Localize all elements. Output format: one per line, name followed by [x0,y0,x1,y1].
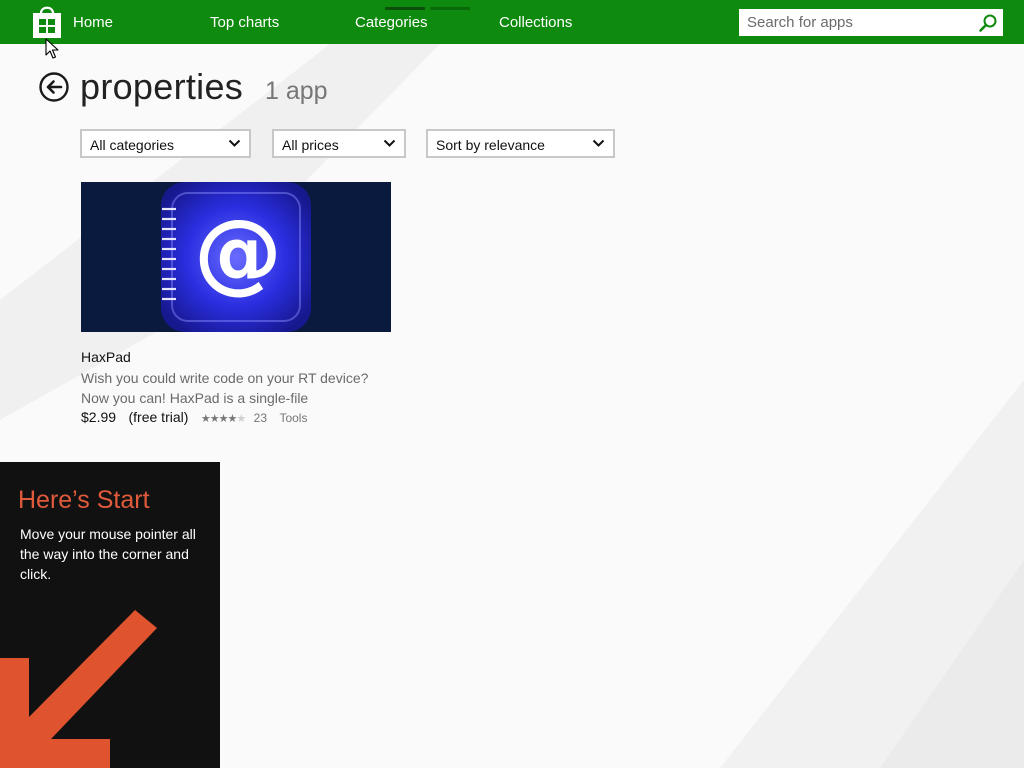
chevron-down-icon [228,139,241,147]
nav-page-indicator [385,7,425,10]
nav-page-indicator [430,7,470,10]
nav-collections[interactable]: Collections [499,14,572,31]
chevron-down-icon [592,139,605,147]
svg-text:@: @ [194,200,282,303]
sort-label: Sort by relevance [436,137,545,153]
sort-dropdown[interactable]: Sort by relevance [426,129,615,158]
app-description: Wish you could write code on your RT dev… [81,370,369,406]
search-input[interactable] [739,9,979,36]
back-arrow-icon[interactable] [38,71,70,103]
category-filter-dropdown[interactable]: All categories [80,129,251,158]
nav-home[interactable]: Home [73,14,113,31]
app-name: HaxPad [81,349,131,365]
nav-top-charts[interactable]: Top charts [210,14,279,31]
result-count: 1 app [265,77,328,105]
app-category: Tools [279,411,308,425]
top-nav-bar: Home Top charts Categories Collections [0,0,1024,44]
price-filter-dropdown[interactable]: All prices [272,129,406,158]
app-tile[interactable]: @ HaxPad Wish you could write code on yo… [81,182,391,427]
chevron-down-icon [383,139,396,147]
stars-filled: ★★★★ [200,413,237,425]
app-price: $2.99 [81,409,117,425]
at-sign-notepad-icon: @ [81,182,391,332]
arrow-down-left-icon [0,610,157,768]
page-title: properties [80,66,244,107]
app-trial-label: (free trial) [128,409,189,425]
search-box [739,9,1003,36]
mouse-pointer-icon [45,38,59,59]
start-tip-title: Here’s Start [18,486,150,514]
app-meta: $2.99 (free trial) ★★★★★ 23 Tools [81,409,307,427]
nav-categories[interactable]: Categories [355,14,428,31]
star-rating-icon: ★★★★★ [200,413,246,425]
rating-count: 23 [253,411,267,425]
stars-empty: ★ [236,413,246,425]
start-tip-panel: Here’s Start Move your mouse pointer all… [0,462,220,768]
category-filter-label: All categories [90,137,175,153]
store-logo-icon[interactable] [31,5,63,39]
price-filter-label: All prices [282,137,339,153]
app-thumbnail: @ [81,182,391,332]
start-tip-body: Move your mouse pointer all the way into… [20,526,196,582]
search-icon[interactable] [977,12,999,34]
